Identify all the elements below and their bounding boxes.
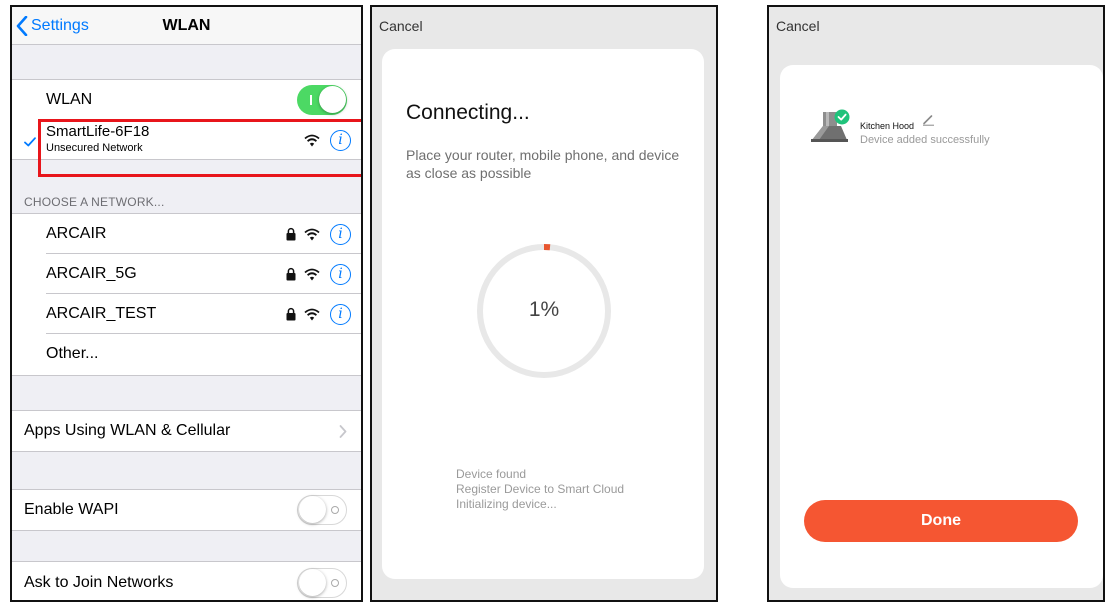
range-hood-icon xyxy=(811,109,850,142)
wifi-icon xyxy=(304,308,320,320)
progress-percent: 1% xyxy=(528,298,560,321)
info-icon[interactable]: i xyxy=(330,223,351,245)
cancel-button[interactable]: Cancel xyxy=(379,18,423,34)
wifi-icon xyxy=(304,228,320,240)
network-row[interactable]: ARCAIR_TEST i xyxy=(12,294,361,334)
step-initializing: Initializing device... xyxy=(456,497,557,511)
section-header: CHOOSE A NETWORK... xyxy=(24,195,165,209)
info-icon[interactable]: i xyxy=(330,303,351,325)
step-device-found: Device found xyxy=(456,467,527,481)
enable-wapi-row: Enable WAPI xyxy=(12,490,361,530)
connecting-card: Connecting... Place your router, mobile … xyxy=(382,49,704,579)
wapi-group: Enable WAPI xyxy=(12,489,361,531)
device-added-screen: Cancel Kitchen Hood Device added success… xyxy=(767,5,1105,602)
other-label: Other... xyxy=(46,345,99,362)
highlight-box xyxy=(38,119,361,177)
device-added-card: Kitchen Hood Device added successfully D… xyxy=(780,65,1103,588)
wlan-row: WLAN xyxy=(12,80,361,120)
wapi-toggle[interactable] xyxy=(297,495,347,525)
network-row[interactable]: ARCAIR i xyxy=(12,214,361,254)
lock-icon xyxy=(286,267,296,281)
apps-label: Apps Using WLAN & Cellular xyxy=(24,422,231,439)
connecting-title: Connecting... xyxy=(406,101,530,124)
success-badge-icon xyxy=(834,109,850,125)
nav-bar: Settings WLAN xyxy=(12,7,361,45)
other-network-row[interactable]: Other... xyxy=(12,334,361,374)
lock-icon xyxy=(286,227,296,241)
network-name: ARCAIR_5G xyxy=(46,265,137,282)
connection-steps: Device found Register Device to Smart Cl… xyxy=(456,467,624,512)
device-status: Device added successfully xyxy=(860,134,990,146)
cancel-button[interactable]: Cancel xyxy=(776,18,820,34)
wlan-toggle[interactable] xyxy=(297,85,347,115)
lock-icon xyxy=(286,307,296,321)
ask-to-join-row: Ask to Join Networks xyxy=(12,563,361,600)
apps-group: Apps Using WLAN & Cellular xyxy=(12,410,361,452)
page-title: WLAN xyxy=(162,17,211,34)
wifi-icon xyxy=(304,268,320,280)
chevron-right-icon xyxy=(339,425,347,438)
progress-ring: 1% xyxy=(474,241,614,381)
apps-using-wlan-row[interactable]: Apps Using WLAN & Cellular xyxy=(12,411,361,451)
info-icon[interactable]: i xyxy=(330,263,351,285)
connecting-screen: Cancel Connecting... Place your router, … xyxy=(370,5,718,602)
device-name: Kitchen Hood xyxy=(860,121,915,131)
wlan-settings-screen: Settings WLAN WLAN SmartLife-6F18 Unsecu… xyxy=(10,5,363,602)
wlan-label: WLAN xyxy=(46,91,93,108)
step-register-cloud: Register Device to Smart Cloud xyxy=(456,482,625,496)
ask-join-label: Ask to Join Networks xyxy=(24,574,174,591)
edit-icon[interactable] xyxy=(922,113,935,126)
connecting-description: Place your router, mobile phone, and dev… xyxy=(406,147,680,181)
ask-join-toggle[interactable] xyxy=(297,568,347,598)
done-button[interactable]: Done xyxy=(804,500,1078,542)
wapi-label: Enable WAPI xyxy=(24,501,119,518)
network-row[interactable]: ARCAIR_5G i xyxy=(12,254,361,294)
network-name: ARCAIR_TEST xyxy=(46,305,157,322)
checkmark-icon xyxy=(24,137,36,147)
network-list: ARCAIR i ARCAIR_5G i ARCAIR_TEST i Other… xyxy=(12,213,361,376)
network-name: ARCAIR xyxy=(46,225,107,242)
ask-join-group: Ask to Join Networks xyxy=(12,561,361,600)
